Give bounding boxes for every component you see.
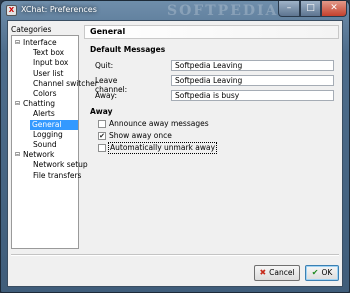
leave-channel-message-input[interactable] [171, 75, 334, 86]
collapse-icon[interactable]: ⊟ [14, 39, 21, 46]
sidebar-item-label: Network [23, 150, 55, 160]
default-messages-heading: Default Messages [90, 45, 166, 54]
sidebar-item-label: Sound [33, 140, 57, 149]
sidebar-item-label: Network setup [33, 160, 88, 170]
sidebar-item-label: Chatting [23, 99, 56, 109]
sidebar-item-label: Text box [33, 48, 65, 58]
collapse-icon[interactable]: ⊟ [14, 100, 21, 107]
sidebar-item-label: Input box [33, 58, 69, 68]
show-away-once-label[interactable]: Show away once [109, 131, 172, 141]
categories-tree[interactable]: ⊟ Interface Text box Input box User list Chan… [11, 35, 98, 249]
sidebar-item-text-box[interactable]: Text box [12, 48, 78, 58]
auto-unmark-away-label[interactable]: Automatically unmark away [107, 142, 218, 154]
sidebar-item-file-transfers[interactable]: File transfers [12, 170, 82, 181]
ok-button[interactable]: ✔ OK [305, 265, 339, 281]
collapse-icon[interactable]: ⊟ [14, 151, 21, 158]
quit-label: Quit: [95, 61, 114, 70]
away-heading: Away [90, 107, 113, 116]
sidebar-item-logging[interactable]: Logging [12, 130, 78, 140]
sidebar-item-sound[interactable]: Sound [12, 140, 78, 150]
sidebar-item-label: Channel switcher [33, 78, 98, 88]
sidebar-item-network-setup[interactable]: Network setup [12, 160, 88, 170]
sidebar-item-label: Colors [33, 89, 57, 98]
sidebar-item-general[interactable]: General [30, 119, 78, 130]
maximize-button[interactable]: □ [300, 1, 321, 17]
sidebar-item-label: General [32, 119, 62, 129]
preferences-window: X XChat: Preferences SOFTPEDIA – □ ✕ Cat… [0, 0, 350, 293]
cancel-icon: ✖ [259, 268, 267, 277]
ok-button-label: OK [321, 268, 333, 277]
announce-away-checkbox[interactable] [98, 120, 106, 128]
minimize-button[interactable]: – [278, 1, 300, 17]
away-label: Away: [95, 91, 117, 100]
page-header: General [84, 25, 339, 39]
title-bar[interactable]: X XChat: Preferences SOFTPEDIA – □ ✕ [1, 1, 349, 20]
categories-label: Categories [11, 25, 52, 34]
sidebar-item-interface[interactable]: ⊟ Interface [12, 38, 78, 48]
sidebar-item-colors[interactable]: Colors [12, 89, 78, 99]
sidebar-item-channel-switcher[interactable]: Channel switcher [12, 79, 98, 89]
close-button[interactable]: ✕ [321, 1, 347, 17]
cancel-button-label: Cancel [269, 268, 295, 277]
away-options: Announce away messages ✔ Show away once … [98, 119, 218, 159]
announce-away-label[interactable]: Announce away messages [109, 119, 209, 129]
auto-unmark-away-checkbox[interactable] [98, 144, 106, 152]
window-title: XChat: Preferences [21, 5, 97, 14]
sidebar-item-alerts[interactable]: Alerts [12, 109, 78, 119]
sidebar-item-label: Logging [33, 129, 63, 139]
dialog-client-area: Categories ⊟ Interface Text box Input box Us… [7, 20, 343, 287]
sidebar-item-chatting[interactable]: ⊟ Chatting [12, 99, 78, 109]
sidebar-item-label: User list [33, 68, 64, 78]
away-message-input[interactable] [171, 90, 334, 101]
page-title: General [90, 27, 126, 36]
app-icon: X [6, 5, 17, 16]
show-away-once-checkbox[interactable]: ✔ [98, 132, 106, 140]
sidebar-item-label: Alerts [33, 109, 55, 119]
sidebar-item-user-list[interactable]: User list [12, 69, 78, 79]
sidebar-item-input-box[interactable]: Input box [12, 58, 78, 68]
sidebar-item-network[interactable]: ⊟ Network [12, 150, 78, 160]
cancel-button[interactable]: ✖ Cancel [254, 265, 300, 281]
watermark: SOFTPEDIA [167, 3, 279, 19]
quit-message-input[interactable] [171, 60, 334, 71]
sidebar-item-label: File transfers [33, 170, 82, 180]
sidebar-item-label: Interface [23, 38, 57, 47]
ok-icon: ✔ [311, 268, 319, 277]
button-separator [11, 254, 339, 256]
